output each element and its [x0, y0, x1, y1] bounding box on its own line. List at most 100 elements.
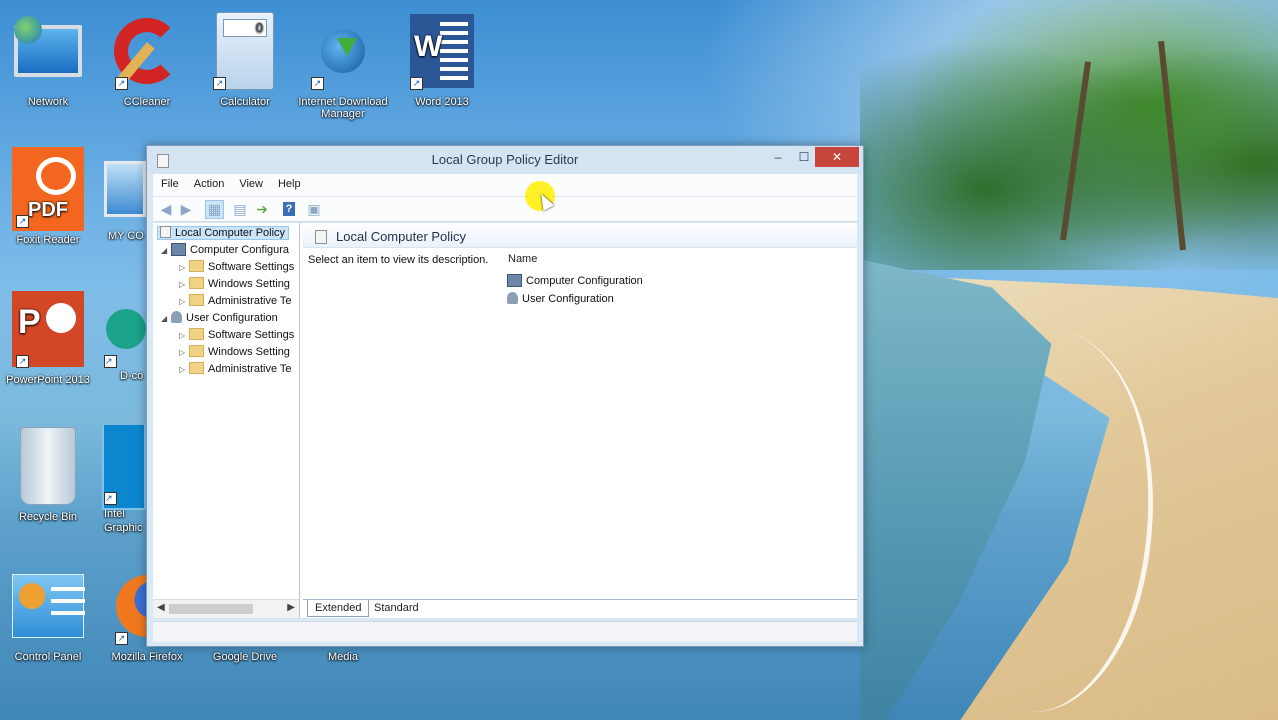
details-pane: Local Computer Policy Select an item to …: [303, 223, 857, 618]
show-hide-action-pane-icon[interactable]: ▣: [305, 200, 323, 218]
tab-standard[interactable]: Standard: [367, 600, 426, 616]
desktop-icon-network[interactable]: Network: [2, 10, 94, 108]
network-icon: [12, 10, 84, 92]
expand-icon[interactable]: ▷: [179, 345, 189, 361]
desktop-icon-intel-graphics[interactable]: ↗ Intel Graphic: [100, 425, 146, 535]
ccleaner-icon: ↗: [111, 10, 183, 92]
tree-item-label: Windows Setting: [208, 278, 290, 290]
expand-icon[interactable]: ▷: [179, 260, 189, 276]
ppt-letter: P: [18, 303, 41, 341]
desktop-icon-label: Media: [328, 651, 358, 663]
tree-item-software-settings[interactable]: ▷ Software Settings: [179, 259, 294, 275]
computer-icon: [171, 242, 186, 256]
help-icon[interactable]: ?: [283, 202, 295, 216]
user-icon: [171, 311, 182, 324]
view-tabs: Extended Standard: [303, 599, 857, 618]
list-item-label: Computer Configuration: [526, 275, 643, 287]
tree-item-administrative-templates[interactable]: ▷ Administrative Te: [179, 293, 292, 309]
desktop-icon-label: Google Drive: [212, 651, 278, 663]
status-bar: [153, 621, 857, 642]
desktop-icon-label: Intel Graphic: [104, 508, 143, 534]
expand-icon[interactable]: ▷: [179, 328, 189, 344]
properties-icon[interactable]: ▤: [231, 200, 249, 218]
expand-icon[interactable]: ▷: [179, 362, 189, 378]
menu-action[interactable]: Action: [186, 174, 232, 190]
scroll-left-icon[interactable]: ◀: [157, 602, 165, 613]
show-hide-tree-icon[interactable]: ▦: [205, 200, 224, 219]
desktop-icon-idm[interactable]: ↗ Internet Download Manager: [297, 10, 389, 120]
desktop-icon-ccleaner[interactable]: ↗ CCleaner: [101, 10, 193, 108]
menu-view[interactable]: View: [231, 174, 270, 190]
user-icon: [507, 292, 518, 305]
tree-item-computer-configuration[interactable]: ◢ Computer Configura: [161, 242, 289, 258]
tree-item-label: Windows Setting: [208, 346, 290, 358]
menu-help[interactable]: Help: [270, 174, 308, 190]
scroll-right-icon[interactable]: ▶: [287, 602, 295, 613]
column-header-name[interactable]: Name: [508, 253, 537, 265]
recycle-bin-icon: [12, 425, 84, 507]
list-item-computer-configuration[interactable]: Computer Configuration: [507, 273, 643, 289]
desktop-icon-word[interactable]: W ↗ Word 2013: [396, 10, 488, 108]
minimize-button[interactable]: –: [765, 147, 791, 167]
collapse-icon[interactable]: ◢: [161, 311, 171, 327]
tree-item-software-settings[interactable]: ▷ Software Settings: [179, 327, 294, 343]
powerpoint-icon: P ↗: [12, 288, 84, 370]
tree-item-windows-settings[interactable]: ▷ Windows Setting: [179, 344, 290, 360]
scrollbar-thumb[interactable]: [169, 604, 253, 614]
computer-icon: [100, 148, 146, 230]
details-header: Local Computer Policy: [303, 223, 857, 248]
list-item-label: User Configuration: [522, 293, 614, 305]
close-button[interactable]: ✕: [815, 147, 859, 167]
description-text: Select an item to view its description.: [308, 254, 489, 266]
desktop-icon-control-panel[interactable]: Control Panel: [2, 565, 94, 663]
folder-icon: [189, 294, 204, 307]
group-policy-editor-window: Local Group Policy Editor – ☐ ✕ File Acti…: [146, 145, 864, 647]
maximize-button[interactable]: ☐: [791, 147, 817, 167]
shortcut-arrow-icon: ↗: [104, 355, 117, 368]
tree-item-label: User Configuration: [186, 312, 278, 324]
shortcut-arrow-icon: ↗: [410, 77, 423, 90]
horizontal-scrollbar[interactable]: ◀ ▶: [153, 599, 299, 618]
back-icon[interactable]: ◀: [157, 200, 175, 218]
intel-graphics-icon: ↗: [100, 425, 146, 510]
toolbar: ◀ ▶ ▦ ▤ ➔ ? ▣: [153, 197, 857, 222]
expand-icon[interactable]: ▷: [179, 277, 189, 293]
computer-icon: [507, 273, 522, 287]
desktop-icon-powerpoint[interactable]: P ↗ PowerPoint 2013: [2, 288, 94, 386]
tree-item-label: Software Settings: [208, 329, 295, 341]
desktop-icon-label: CCleaner: [123, 96, 171, 108]
menu-bar: File Action View Help: [153, 174, 857, 197]
desktop-icon-recycle-bin[interactable]: Recycle Bin: [2, 425, 94, 523]
folder-icon: [189, 277, 204, 290]
calculator-icon: 0 ↗: [209, 10, 281, 92]
tree-pane: Local Computer Policy ◢ Computer Configur…: [153, 223, 300, 618]
expand-icon[interactable]: ▷: [179, 294, 189, 310]
desktop-icon-my-computer[interactable]: MY CO: [100, 148, 146, 242]
tree-item-administrative-templates[interactable]: ▷ Administrative Te: [179, 361, 292, 377]
menu-file[interactable]: File: [153, 174, 186, 190]
export-list-icon[interactable]: ➔: [253, 200, 271, 218]
app-icon: ↗: [100, 288, 146, 370]
folder-icon: [189, 260, 204, 273]
folder-icon: [189, 362, 204, 375]
control-panel-icon: [12, 565, 85, 647]
tree-item-label: Administrative Te: [208, 363, 292, 375]
list-item-user-configuration[interactable]: User Configuration: [507, 291, 614, 307]
details-title: Local Computer Policy: [336, 229, 467, 244]
tab-extended[interactable]: Extended: [307, 600, 370, 617]
desktop-icon-label: Word 2013: [415, 96, 469, 108]
desktop-icon-label: Calculator: [220, 96, 270, 108]
title-bar[interactable]: Local Group Policy Editor – ☐ ✕: [147, 146, 863, 174]
desktop-icon-d-co[interactable]: ↗ D-co: [100, 288, 146, 382]
window-title: Local Group Policy Editor: [431, 152, 579, 167]
tree-item-user-configuration[interactable]: ◢ User Configuration: [161, 310, 278, 326]
shortcut-arrow-icon: ↗: [213, 77, 226, 90]
forward-icon[interactable]: ▶: [177, 200, 195, 218]
tree-item-local-computer-policy[interactable]: Local Computer Policy: [157, 225, 290, 241]
collapse-icon[interactable]: ◢: [161, 243, 171, 259]
desktop-icon-foxit[interactable]: PDF ↗ Foxit Reader: [2, 147, 94, 246]
calculator-display: 0: [223, 19, 267, 37]
tree-item-windows-settings[interactable]: ▷ Windows Setting: [179, 276, 290, 292]
policy-icon: [160, 226, 171, 239]
desktop-icon-calculator[interactable]: 0 ↗ Calculator: [199, 10, 291, 108]
